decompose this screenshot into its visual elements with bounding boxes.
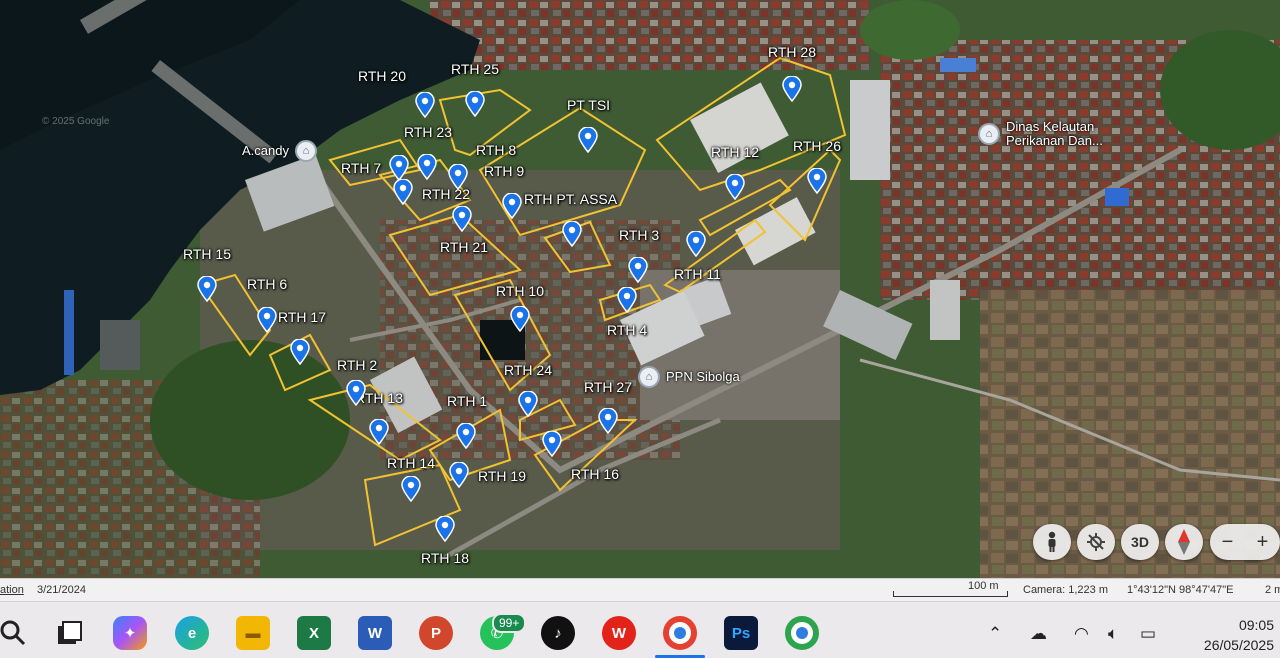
map-pin-icon[interactable]: [510, 306, 530, 332]
map-pin-icon[interactable]: [782, 76, 802, 102]
map-pin-icon[interactable]: [435, 516, 455, 542]
powerpoint-button[interactable]: P: [419, 616, 453, 650]
word-button[interactable]: W: [358, 616, 392, 650]
word-icon: W: [367, 624, 383, 642]
status-trail: 2 m: [1265, 584, 1280, 596]
map-pin-icon[interactable]: [452, 206, 472, 232]
map-watermark: © 2025 Google: [42, 116, 110, 127]
map-pin-icon[interactable]: [578, 127, 598, 153]
map-pin-icon[interactable]: [518, 391, 538, 417]
whatsapp-badge: 99+: [492, 613, 527, 633]
clock-time: 09:05: [1238, 617, 1274, 633]
map-pin-icon[interactable]: [628, 257, 648, 283]
map-pin-icon[interactable]: [617, 287, 637, 313]
map-pin-icon[interactable]: [369, 419, 389, 445]
compass-button[interactable]: [1165, 524, 1203, 560]
file-explorer-button[interactable]: ▬: [236, 616, 270, 650]
cursor-coordinates: 1°43'12"N 98°47'47"E: [1127, 584, 1234, 596]
volume-icon[interactable]: 🔈︎: [1108, 624, 1118, 644]
photoshop-icon: Ps: [731, 624, 751, 642]
folder-icon: ▬: [245, 624, 261, 642]
wps-icon: W: [611, 624, 627, 642]
poi-dinas-line1: Dinas Kelautan: [1006, 119, 1095, 134]
map-pin-icon[interactable]: [389, 155, 409, 181]
map-pin-icon[interactable]: [415, 92, 435, 118]
poi-dinas-line2: Perikanan Dan...: [1006, 133, 1103, 148]
3d-button[interactable]: 3D: [1121, 524, 1159, 560]
zoom-control: − +: [1210, 524, 1280, 560]
map-pin-icon[interactable]: [401, 476, 421, 502]
attribution-link[interactable]: ation: [0, 584, 24, 596]
landmark-icon: ⌂: [978, 123, 1000, 145]
map-pin-icon[interactable]: [346, 380, 366, 406]
search-button[interactable]: [0, 616, 30, 650]
task-view-button[interactable]: [52, 616, 86, 650]
poi-acandy[interactable]: A.candy ⌂: [242, 140, 317, 162]
clock[interactable]: 09:05 26/05/2025: [1182, 615, 1274, 655]
map-pin-icon[interactable]: [448, 164, 468, 190]
powerpoint-icon: P: [430, 624, 441, 642]
poi-ppn-label: PPN Sibolga: [666, 369, 740, 384]
location-off-icon: [1087, 533, 1105, 551]
pegman-icon: [1048, 531, 1056, 552]
imagery-date: 3/21/2024: [37, 584, 86, 596]
zoom-in-button[interactable]: +: [1257, 531, 1269, 554]
map-pin-icon[interactable]: [542, 431, 562, 457]
scale-bar: [893, 591, 1008, 597]
edge-button[interactable]: e: [175, 616, 209, 650]
chrome-icon: [674, 627, 686, 639]
map-pin-icon[interactable]: [393, 179, 413, 205]
wifi-icon[interactable]: ◠: [1074, 624, 1089, 644]
map-pin-icon[interactable]: [598, 408, 618, 434]
landmark-icon: ⌂: [294, 140, 317, 162]
battery-icon[interactable]: ▭: [1140, 624, 1156, 644]
map-pin-icon[interactable]: [257, 307, 277, 333]
map-pin-icon[interactable]: [807, 168, 827, 194]
tray-overflow-icon[interactable]: ⌃: [988, 624, 1002, 644]
clock-date: 26/05/2025: [1203, 637, 1274, 653]
poi-dinas-kelautan[interactable]: ⌂ Dinas Kelautan Perikanan Dan...: [978, 120, 1103, 148]
map-pin-icon[interactable]: [502, 193, 522, 219]
chrome-button[interactable]: [663, 616, 697, 650]
copilot-button[interactable]: ✦: [113, 616, 147, 650]
map-pin-icon[interactable]: [290, 339, 310, 365]
taskbar: ✦ e ▬ X W P ✆ 99+ ♪ W Ps ⌃ ☁ ◠ 🔈︎ ▭ 09:0…: [0, 601, 1280, 658]
poi-acandy-label: A.candy: [242, 143, 289, 158]
chrome-profile-button[interactable]: [785, 616, 819, 650]
map-pin-icon[interactable]: [562, 221, 582, 247]
map-pin-icon[interactable]: [465, 91, 485, 117]
chrome-profile-icon: [796, 627, 808, 639]
copilot-icon: ✦: [123, 625, 137, 642]
satellite-imagery: [0, 0, 1280, 578]
map-pin-icon[interactable]: [686, 231, 706, 257]
zoom-out-button[interactable]: −: [1222, 531, 1234, 554]
excel-button[interactable]: X: [297, 616, 331, 650]
search-icon: [0, 620, 26, 646]
tiktok-button[interactable]: ♪: [541, 616, 575, 650]
map-pin-icon[interactable]: [197, 276, 217, 302]
pegman-button[interactable]: [1033, 524, 1071, 560]
location-button[interactable]: [1077, 524, 1115, 560]
map-view[interactable]: RTH 20 RTH 25 RTH 28 PT TSI RTH 23 RTH 8 RTH 1…: [0, 0, 1280, 578]
poi-ppn-sibolga[interactable]: ⌂ PPN Sibolga: [638, 366, 740, 388]
photoshop-button[interactable]: Ps: [724, 616, 758, 650]
map-pin-icon[interactable]: [417, 154, 437, 180]
map-pin-icon[interactable]: [449, 462, 469, 488]
map-status-bar: ation 3/21/2024 100 m Camera: 1,223 m 1°…: [0, 578, 1280, 601]
map-pin-icon[interactable]: [725, 174, 745, 200]
landmark-icon: ⌂: [638, 366, 660, 388]
task-view-icon: [58, 621, 82, 644]
cloud-icon[interactable]: ☁: [1030, 624, 1047, 644]
tiktok-icon: ♪: [554, 624, 562, 642]
excel-icon: X: [308, 624, 319, 642]
camera-altitude: Camera: 1,223 m: [1023, 584, 1108, 596]
compass-icon: [1178, 529, 1190, 555]
edge-icon: e: [187, 624, 197, 642]
map-pin-icon[interactable]: [456, 423, 476, 449]
wps-button[interactable]: W: [602, 616, 636, 650]
